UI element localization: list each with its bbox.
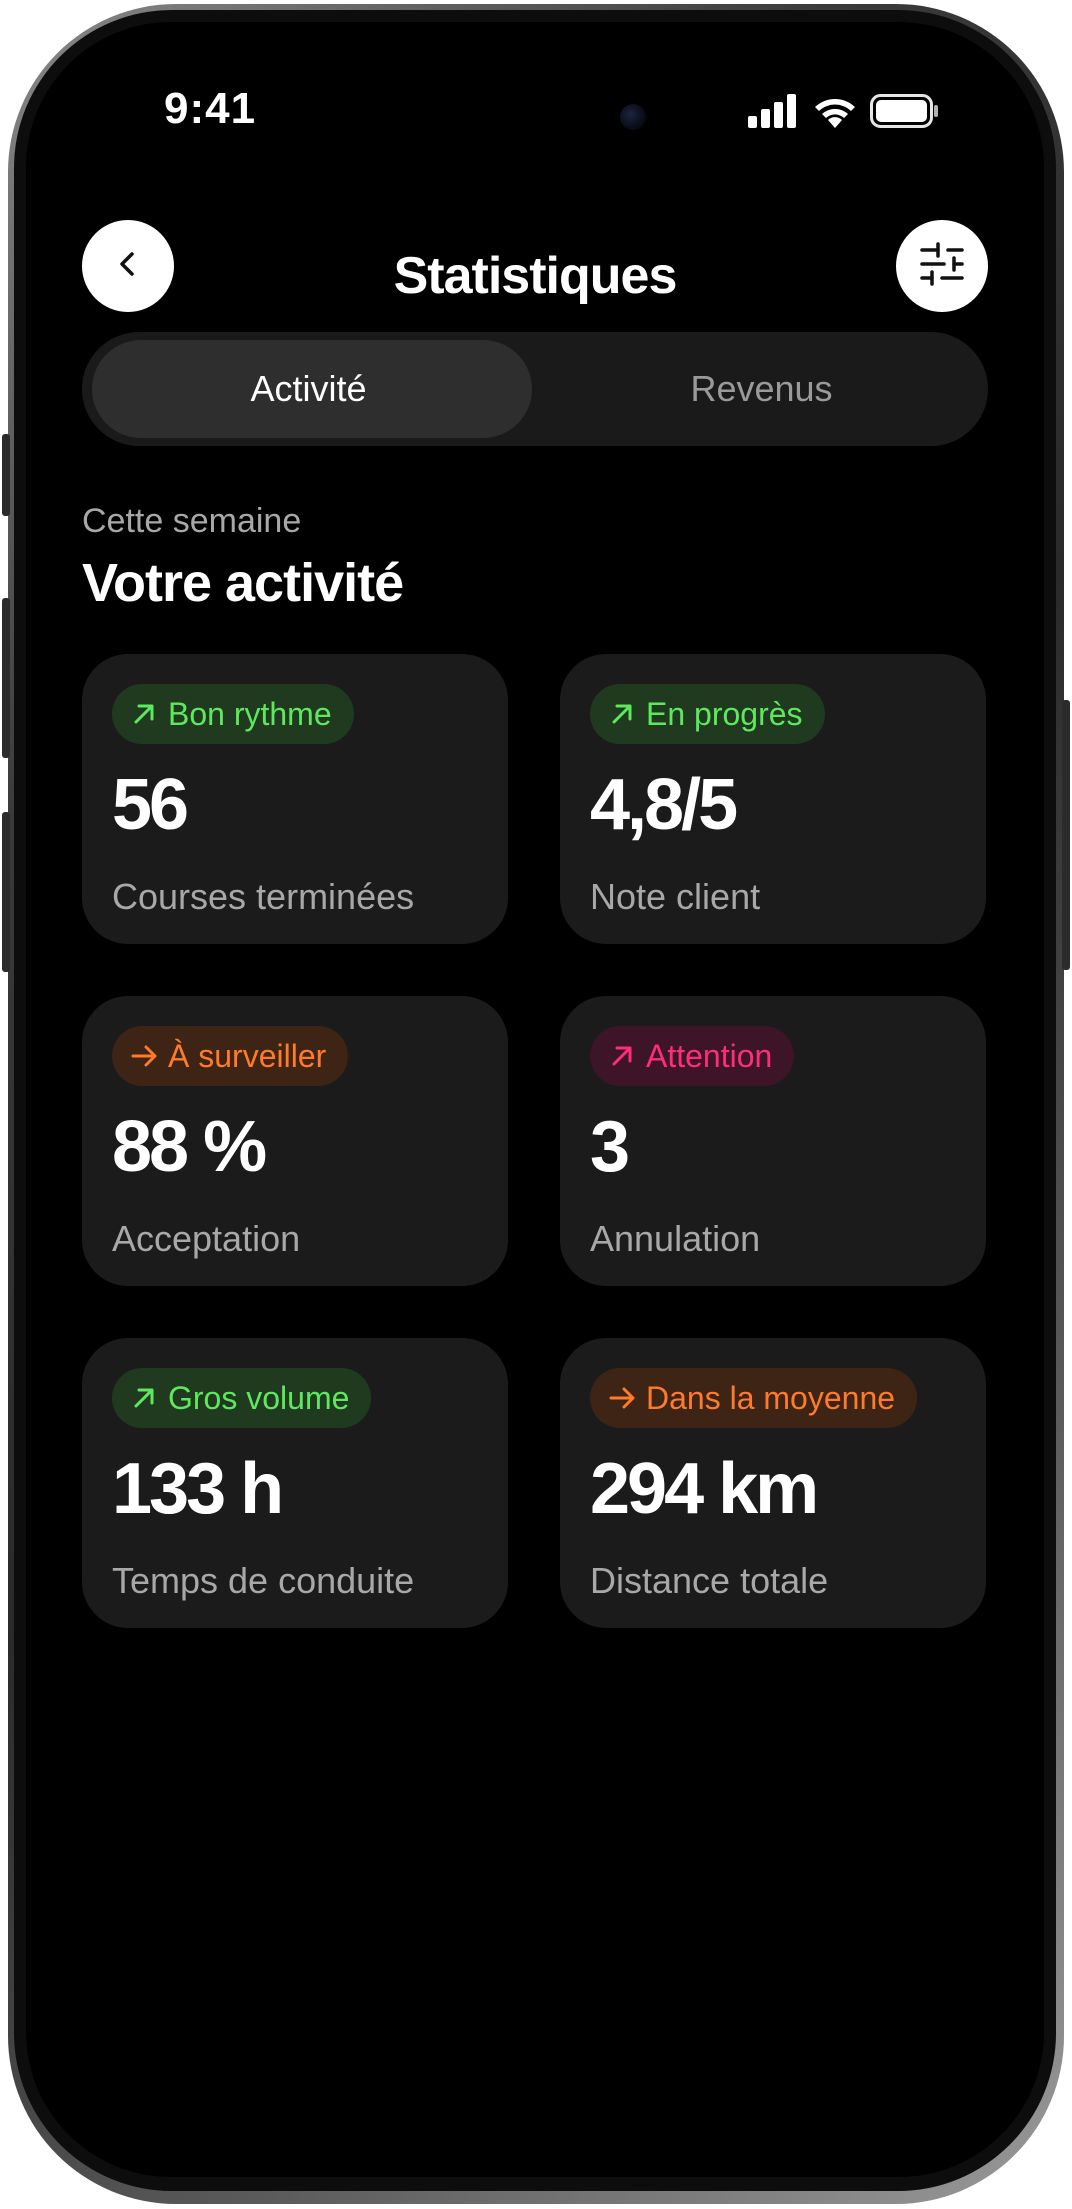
status-badge: Dans la moyenne (590, 1368, 918, 1428)
stat-label: Courses terminées (112, 876, 415, 917)
arrow-right-icon (130, 1042, 158, 1070)
stat-label: Acceptation (112, 1218, 301, 1259)
status-badge-label: En progrès (646, 695, 803, 732)
screen: 9:41 Statistiques Activité Revenus Cette… (26, 22, 1044, 2177)
phone-device: 9:41 Statistiques Activité Revenus Cette… (0, 0, 1072, 2209)
front-camera (620, 104, 646, 130)
status-badge-label: Dans la moyenne (646, 1379, 896, 1416)
status-icons (748, 94, 940, 133)
arrow-up-right-icon (608, 700, 636, 728)
stat-card[interactable]: Gros volume 133 h Temps de conduite (82, 1338, 508, 1628)
status-badge: Gros volume (112, 1368, 372, 1428)
volume-down-button (2, 812, 10, 972)
tab-revenus[interactable]: Revenus (535, 332, 988, 446)
wifi-icon (812, 94, 858, 133)
action-button (2, 434, 10, 516)
stat-value: 133 h (112, 1449, 284, 1529)
section-subtitle: Cette semaine (82, 502, 302, 540)
status-badge-label: Bon rythme (168, 695, 332, 732)
arrow-up-right-icon (130, 1384, 158, 1412)
page-title: Statistiques (393, 247, 678, 305)
arrow-up-right-icon (608, 1042, 636, 1070)
status-badge: Bon rythme (112, 684, 354, 744)
filter-button[interactable] (896, 220, 988, 312)
status-badge: À surveiller (112, 1026, 349, 1086)
stat-value: 88 % (112, 1107, 267, 1187)
status-time: 9:41 (164, 84, 257, 133)
status-badge: Attention (590, 1026, 795, 1086)
status-badge-label: À surveiller (168, 1037, 327, 1074)
volume-up-button (2, 598, 10, 758)
stat-value: 56 (112, 765, 189, 845)
stat-value: 4,8/5 (590, 765, 738, 845)
status-badge-label: Attention (646, 1037, 773, 1074)
stat-label: Distance totale (590, 1560, 829, 1601)
section-title: Votre activité (82, 553, 404, 613)
stat-value: 3 (590, 1107, 630, 1187)
cellular-signal-icon (748, 94, 800, 133)
arrow-right-icon (608, 1384, 636, 1412)
arrow-up-right-icon (130, 700, 158, 728)
stat-label: Annulation (590, 1218, 761, 1259)
sliders-icon (918, 241, 966, 291)
stat-card[interactable]: Dans la moyenne 294 km Distance totale (560, 1338, 986, 1628)
power-button (1062, 700, 1070, 970)
stat-card[interactable]: À surveiller 88 % Acceptation (82, 996, 508, 1286)
tab-activite[interactable]: Activité (82, 332, 535, 446)
battery-icon (870, 94, 940, 133)
stat-value: 294 km (590, 1449, 819, 1529)
tab-switcher: Activité Revenus (82, 332, 988, 446)
stat-card[interactable]: Bon rythme 56 Courses terminées (82, 654, 508, 944)
stat-card[interactable]: En progrès 4,8/5 Note client (560, 654, 986, 944)
status-badge-label: Gros volume (168, 1379, 350, 1416)
stat-label: Temps de conduite (112, 1560, 415, 1601)
status-badge: En progrès (590, 684, 825, 744)
stat-card[interactable]: Attention 3 Annulation (560, 996, 986, 1286)
stat-label: Note client (590, 876, 761, 917)
